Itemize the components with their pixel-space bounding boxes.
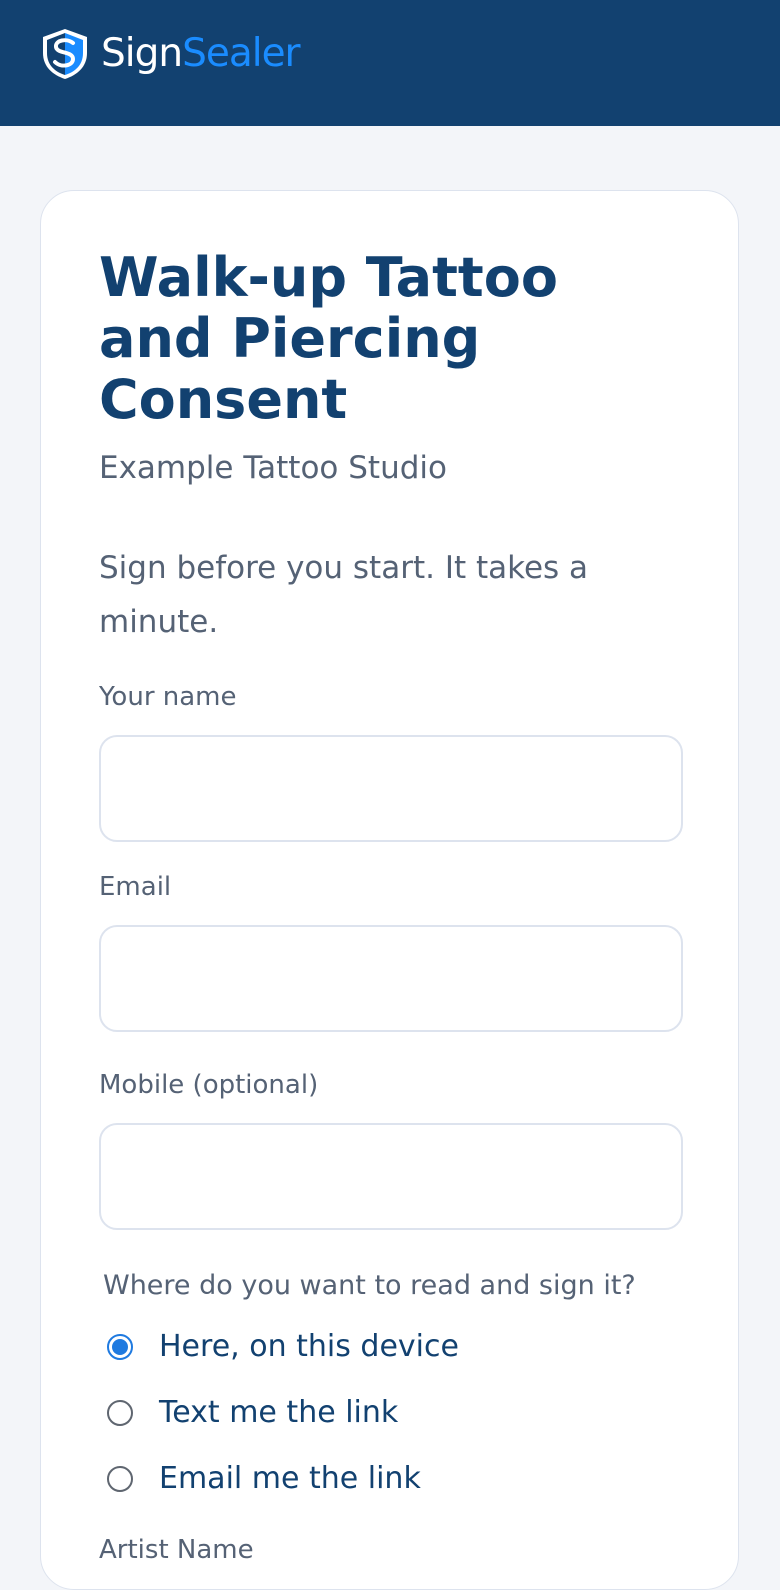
radio-email[interactable] — [107, 1466, 133, 1492]
radio-device[interactable] — [107, 1334, 133, 1360]
delivery-option-email[interactable]: Email me the link — [107, 1459, 421, 1499]
delivery-option-device[interactable]: Here, on this device — [107, 1327, 459, 1367]
delivery-question: Where do you want to read and sign it? — [103, 1270, 636, 1301]
form-title: Walk-up Tattoo and Piercing Consent — [99, 246, 558, 431]
email-label: Email — [99, 872, 172, 902]
delivery-option-label[interactable]: Here, on this device — [159, 1327, 459, 1367]
studio-name: Example Tattoo Studio — [99, 450, 447, 486]
email-input[interactable] — [99, 925, 683, 1032]
name-input[interactable] — [99, 735, 683, 842]
delivery-option-label[interactable]: Text me the link — [159, 1393, 398, 1433]
delivery-option-text[interactable]: Text me the link — [107, 1393, 398, 1433]
brand-name-part1: Sign — [101, 31, 183, 76]
consent-form-card: Walk-up Tattoo and Piercing Consent Exam… — [40, 190, 739, 1590]
shield-s-icon — [43, 29, 87, 79]
app-header: SignSealer — [0, 0, 780, 126]
radio-text[interactable] — [107, 1400, 133, 1426]
mobile-label: Mobile (optional) — [99, 1070, 319, 1100]
brand-logo[interactable]: SignSealer — [39, 27, 301, 81]
brand-name: SignSealer — [101, 27, 301, 81]
delivery-option-label[interactable]: Email me the link — [159, 1459, 421, 1499]
intro-text: Sign before you start. It takes a minute… — [99, 550, 589, 640]
brand-name-part2: Sealer — [182, 31, 301, 76]
artist-name-label: Artist Name — [99, 1535, 254, 1565]
name-label: Your name — [99, 682, 237, 712]
mobile-input[interactable] — [99, 1123, 683, 1230]
